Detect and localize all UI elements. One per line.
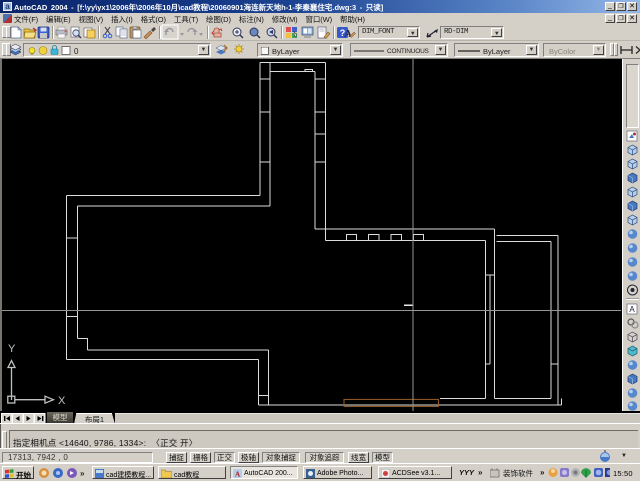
- svg-text:A: A: [629, 305, 635, 314]
- svg-text:Y: Y: [8, 343, 16, 355]
- svg-text:X: X: [58, 395, 66, 407]
- svg-text:A: A: [344, 28, 352, 40]
- svg-text:A: A: [235, 470, 240, 478]
